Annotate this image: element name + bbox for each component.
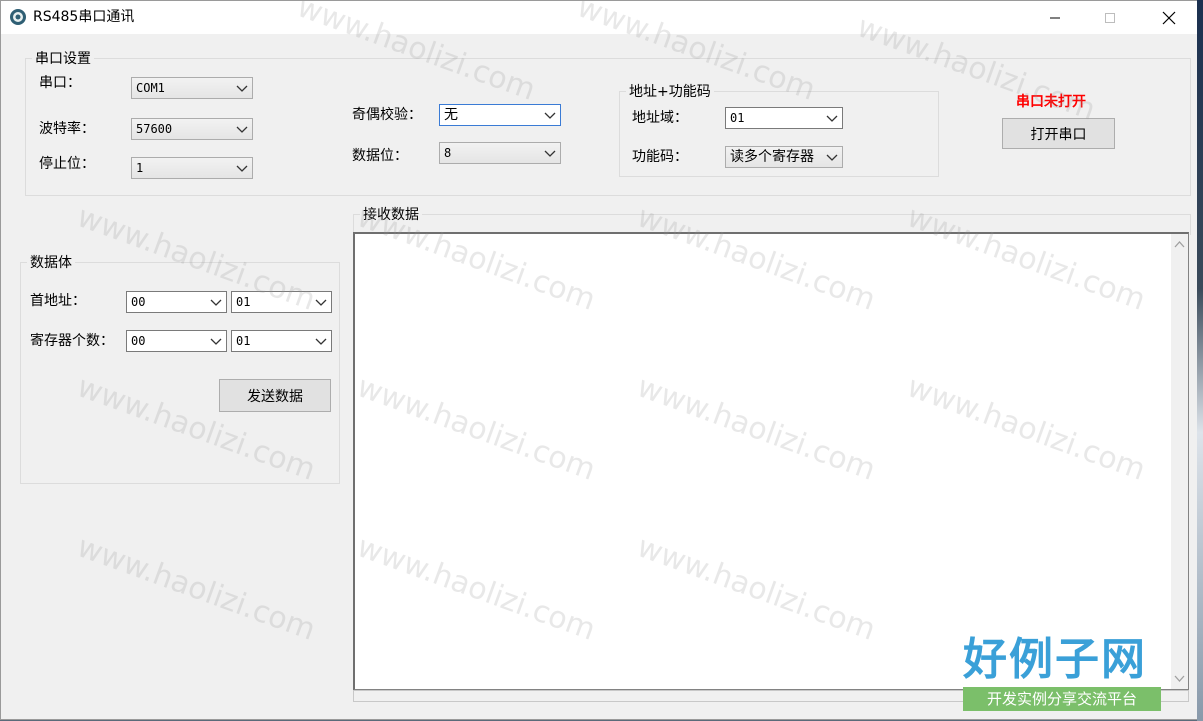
main-window: RS485串口通讯 串口设置 串口： COM1 波特率： 57600 停止位： … xyxy=(0,0,1199,720)
receive-data-group: 接收数据 xyxy=(353,204,1191,235)
address-label: 地址域： xyxy=(632,110,688,126)
address-value: 01 xyxy=(730,111,745,125)
chevron-down-icon xyxy=(544,150,556,157)
register-count-lo-select[interactable]: 01 xyxy=(231,330,332,352)
function-code-label: 功能码： xyxy=(632,149,688,165)
minimize-button[interactable] xyxy=(1032,1,1078,34)
chevron-down-icon xyxy=(826,115,838,122)
register-count-lo-value: 01 xyxy=(236,334,251,348)
send-data-button[interactable]: 发送数据 xyxy=(219,379,331,412)
stop-bits-select[interactable]: 1 xyxy=(131,157,253,179)
open-port-button[interactable]: 打开串口 xyxy=(1002,118,1115,149)
data-bits-select[interactable]: 8 xyxy=(439,142,561,164)
start-address-hi-value: 00 xyxy=(131,295,146,309)
port-status-text: 串口未打开 xyxy=(1016,94,1086,110)
baud-value: 57600 xyxy=(136,122,173,136)
start-address-hi-select[interactable]: 00 xyxy=(126,291,227,313)
port-select[interactable]: COM1 xyxy=(131,77,253,99)
stop-bits-label: 停止位： xyxy=(39,156,95,172)
chevron-down-icon xyxy=(210,338,222,345)
minimize-icon xyxy=(1050,17,1060,18)
function-code-value: 读多个寄存器 xyxy=(730,149,814,165)
data-bits-label: 数据位： xyxy=(352,148,408,164)
function-code-select[interactable]: 读多个寄存器 xyxy=(725,146,843,168)
baud-label: 波特率： xyxy=(39,121,95,137)
port-value: COM1 xyxy=(136,81,165,95)
chevron-down-icon xyxy=(236,165,248,172)
maximize-icon xyxy=(1105,12,1115,23)
desktop-background-strip xyxy=(1197,0,1203,721)
data-bits-value: 8 xyxy=(444,146,452,160)
chevron-down-icon xyxy=(236,126,248,133)
gear-app-icon xyxy=(10,9,26,25)
receive-data-textarea[interactable] xyxy=(353,232,1189,690)
close-icon xyxy=(1162,11,1176,24)
chevron-down-icon xyxy=(315,299,327,306)
data-body-group: 数据体 xyxy=(20,252,340,484)
logo-sub-text: 开发实例分享交流平台 xyxy=(963,687,1161,711)
register-count-hi-value: 00 xyxy=(131,334,146,348)
address-select[interactable]: 01 xyxy=(725,107,843,129)
scroll-up-icon[interactable] xyxy=(1174,240,1185,248)
parity-value: 无 xyxy=(444,107,458,123)
maximize-button[interactable] xyxy=(1087,1,1133,34)
client-area: 串口设置 串口： COM1 波特率： 57600 停止位： 1 奇偶校验： 无 … xyxy=(1,34,1198,719)
register-count-hi-select[interactable]: 00 xyxy=(126,330,227,352)
chevron-down-icon xyxy=(315,338,327,345)
stop-bits-value: 1 xyxy=(136,161,144,175)
logo-main-text: 好例子网 xyxy=(963,634,1147,685)
chevron-down-icon xyxy=(544,112,556,119)
chevron-down-icon xyxy=(236,85,248,92)
start-address-label: 首地址： xyxy=(30,293,86,309)
title-bar[interactable]: RS485串口通讯 xyxy=(1,1,1198,34)
parity-select[interactable]: 无 xyxy=(439,104,561,126)
start-address-lo-value: 01 xyxy=(236,295,251,309)
port-label: 串口： xyxy=(39,75,81,91)
site-logo-watermark: 好例子网 开发实例分享交流平台 xyxy=(963,633,1161,713)
receive-data-title: 接收数据 xyxy=(363,207,419,223)
serial-settings-title: 串口设置 xyxy=(35,51,91,67)
data-body-title: 数据体 xyxy=(30,255,72,271)
start-address-lo-select[interactable]: 01 xyxy=(231,291,332,313)
parity-label: 奇偶校验： xyxy=(352,107,422,123)
chevron-down-icon xyxy=(210,299,222,306)
window-title: RS485串口通讯 xyxy=(33,9,135,25)
baud-select[interactable]: 57600 xyxy=(131,118,253,140)
scroll-down-icon[interactable] xyxy=(1174,675,1185,683)
close-button[interactable] xyxy=(1146,1,1192,34)
chevron-down-icon xyxy=(826,154,838,161)
addr-func-title: 地址+功能码 xyxy=(629,84,711,100)
vertical-scrollbar[interactable] xyxy=(1171,234,1188,689)
register-count-label: 寄存器个数： xyxy=(30,333,114,349)
